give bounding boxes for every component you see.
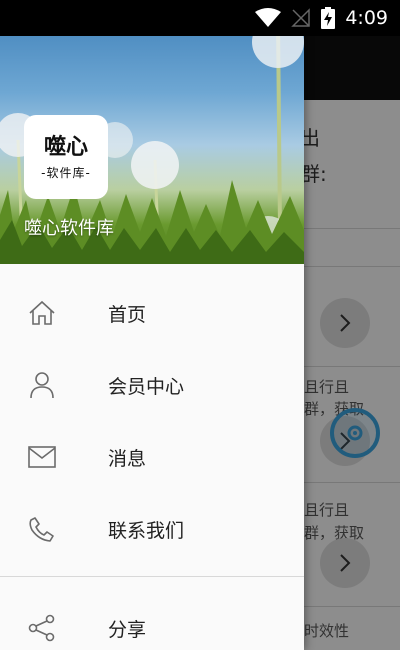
drawer-menu: 首页 会员中心 消息 联系我们 (0, 277, 304, 565)
menu-item-label: 会员中心 (108, 375, 185, 398)
menu-item-contact-us[interactable]: 联系我们 (0, 493, 304, 565)
menu-item-label: 联系我们 (108, 519, 185, 542)
wifi-icon (255, 8, 282, 27)
logo-subtitle: -软件库- (41, 165, 91, 180)
menu-item-label: 消息 (108, 447, 147, 470)
app-name: 噬心软件库 (24, 218, 114, 239)
menu-item-label: 首页 (108, 303, 147, 326)
app-logo: 噬心 -软件库- (24, 115, 108, 199)
menu-item-label: 分享 (108, 618, 147, 641)
status-time: 4:09 (345, 7, 388, 29)
share-icon (27, 613, 57, 643)
menu-item-member-center[interactable]: 会员中心 (0, 349, 304, 421)
menu-item-home[interactable]: 首页 (0, 277, 304, 349)
menu-divider (0, 576, 304, 577)
user-icon (27, 370, 57, 400)
drawer-header: 噬心 -软件库- 噬心软件库 (0, 0, 304, 264)
menu-item-share[interactable]: 分享 (0, 592, 304, 650)
mail-icon (27, 442, 57, 472)
no-signal-icon (291, 8, 311, 27)
navigation-drawer: 噬心 -软件库- 噬心软件库 首页 会员中心 消息 联系我们 分享 (0, 0, 304, 650)
home-icon (27, 298, 57, 328)
menu-item-messages[interactable]: 消息 (0, 421, 304, 493)
phone-icon (27, 514, 57, 544)
status-bar: 4:09 (0, 0, 400, 36)
logo-title: 噬心 (43, 133, 88, 160)
battery-charging-icon (321, 7, 336, 29)
